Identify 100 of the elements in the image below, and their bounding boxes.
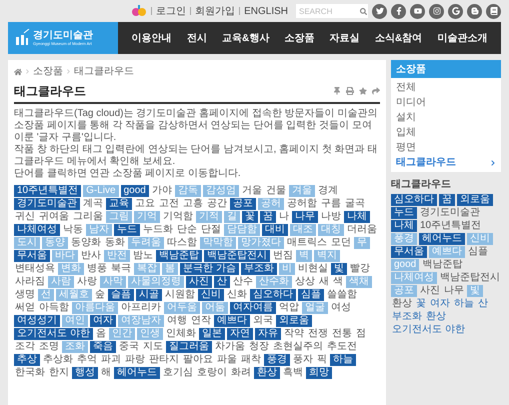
tag-link[interactable]: 매트릭스 [286, 237, 328, 249]
tag-link[interactable]: 지도 [142, 341, 164, 353]
tag-link[interactable]: 조각 [14, 341, 36, 353]
tag-link[interactable]: 10주년특별전 [14, 185, 82, 197]
tag-link[interactable]: 아득함 [38, 302, 70, 314]
tag-link[interactable]: 누드 [391, 207, 417, 219]
tag-link[interactable]: 전쟁 [306, 328, 329, 340]
tag-link[interactable]: 공간 [206, 198, 228, 210]
tag-link[interactable]: 여행 [166, 315, 188, 327]
tag-link[interactable]: 모던 [330, 237, 352, 249]
tag-link[interactable]: 픽 [316, 354, 328, 366]
tag-link[interactable]: 하늘 [330, 354, 356, 366]
tag-link[interactable]: 상상 [294, 276, 316, 288]
tag-link[interactable]: 그리움 [72, 211, 104, 223]
breadcrumb-link[interactable]: 태그클라우드 [74, 64, 134, 79]
nav-link[interactable]: 이용안내 [132, 30, 172, 46]
tag-link[interactable]: 희망 [306, 367, 332, 379]
top-link[interactable]: 로그인 [156, 4, 186, 18]
tag-link[interactable]: 나무 [292, 211, 318, 223]
tag-link[interactable]: 옴 [94, 328, 107, 340]
tag-link[interactable]: 오기전서도 야한 [14, 328, 93, 340]
tag-link[interactable]: 여자 [429, 298, 451, 310]
tag-link[interactable]: 초현실주의 [272, 341, 324, 353]
tag-link[interactable]: 중국 [118, 341, 140, 353]
top-link[interactable]: ENGLISH [244, 4, 288, 18]
tag-link[interactable]: 헤어누드 [114, 367, 160, 379]
tag-link[interactable]: 질그러움 [166, 341, 212, 353]
tag-link[interactable]: 패착 [240, 354, 262, 366]
tag-link[interactable]: 백남준탑전시 [204, 250, 270, 262]
tag-link[interactable]: 시골 [136, 289, 162, 301]
tag-link[interactable]: 백남준탑 [156, 250, 202, 262]
tag-link[interactable]: 10주년특별전 [419, 220, 482, 232]
tag-link[interactable]: 써얻 [14, 302, 36, 314]
tag-link[interactable]: 파울 [216, 354, 238, 366]
tag-link[interactable]: 여자여름 [230, 302, 276, 314]
tag-link[interactable]: 경기도미술관 [419, 207, 481, 219]
tag-link[interactable]: 번짐 [272, 250, 294, 262]
book-icon[interactable] [486, 4, 501, 18]
nav-link[interactable]: 전시 [186, 30, 207, 46]
tag-link[interactable]: 사라짐 [14, 276, 46, 288]
facebook-icon[interactable] [391, 4, 406, 18]
tag-link[interactable]: 분극한 가슴 [180, 263, 239, 275]
search-field[interactable]: SEARCH [296, 4, 358, 18]
top-link[interactable]: 회원가입 [195, 4, 236, 18]
tag-link[interactable]: 심플 [298, 289, 324, 301]
tag-link[interactable]: 외국 [252, 315, 274, 327]
tag-link[interactable]: 나무 [443, 285, 465, 297]
tag-link[interactable]: 교육 [106, 198, 132, 210]
tag-link[interactable]: 산 [214, 276, 230, 288]
sidebar-item[interactable]: 전체 [396, 80, 496, 95]
tag-link[interactable]: 추상 [14, 354, 40, 366]
nav-link[interactable]: 미술관소개 [437, 30, 488, 46]
tag-link[interactable]: 점 [354, 328, 367, 340]
tag-link[interactable]: 색 [332, 276, 344, 288]
tag-link[interactable]: 빛 [330, 263, 347, 275]
tag-link[interactable]: 새 [318, 276, 330, 288]
tag-link[interactable]: 호기심 [162, 367, 194, 379]
share-icon[interactable] [372, 87, 380, 95]
tag-link[interactable]: 건물 [264, 185, 287, 197]
sidebar-item[interactable]: 평면 [396, 140, 496, 155]
tag-link[interactable]: 비현실 [296, 263, 329, 275]
breadcrumb-link[interactable]: 소장품 [33, 64, 63, 79]
tag-link[interactable]: 여성 [330, 302, 352, 314]
tag-link[interactable]: 북극 [110, 263, 132, 275]
tag-link[interactable]: 흑백 [282, 367, 304, 379]
tag-link[interactable]: 낙동 [62, 224, 84, 236]
tag-link[interactable]: 반사 [80, 250, 102, 262]
tag-link[interactable]: 나체 [344, 211, 370, 223]
tag-link[interactable]: 아프리카 [120, 302, 162, 314]
tag-link[interactable]: 무서움 [14, 250, 50, 262]
tag-link[interactable]: 신비 [198, 289, 224, 301]
tag-link[interactable]: 생명 [14, 289, 36, 301]
tag-link[interactable]: 누드 [114, 224, 140, 236]
tag-link[interactable]: 누드화 [142, 224, 174, 236]
tag-link[interactable]: 꿈 [260, 211, 276, 223]
tag-link[interactable]: 대비 [262, 224, 288, 236]
tag-link[interactable]: 사랑 [76, 276, 98, 288]
pin-icon[interactable] [333, 87, 341, 95]
blog-icon[interactable] [467, 4, 482, 18]
tag-link[interactable]: 인체화 [164, 328, 197, 340]
tag-link[interactable]: 꽃 [242, 211, 258, 223]
nav-link[interactable]: 소식&참여 [374, 30, 422, 46]
tag-link[interactable]: 자연 [226, 328, 253, 340]
tag-link[interactable]: 쓸쓸함 [326, 289, 358, 301]
sidebar-item[interactable]: 입체 [396, 125, 496, 140]
sidebar-item[interactable]: 태그클라우드 [396, 155, 496, 170]
tag-link[interactable]: 따스함 [166, 237, 198, 249]
tag-link[interactable]: 단순 [176, 224, 198, 236]
tag-link[interactable]: 파괴 [100, 354, 122, 366]
tag-link[interactable]: 자유 [254, 328, 281, 340]
tag-link[interactable]: 기억함 [162, 211, 194, 223]
tag-link[interactable]: 헤어누드 [419, 233, 465, 245]
tag-link[interactable]: 추상화 [42, 354, 74, 366]
sidebar-item[interactable]: 미디어 [396, 95, 496, 110]
tag-link[interactable]: 추도전 [326, 341, 358, 353]
tag-link[interactable]: 공허함 [286, 198, 318, 210]
tag-link[interactable]: 사진 [186, 276, 212, 288]
tag-link[interactable]: 환상 [425, 311, 447, 323]
tag-link[interactable]: 동양화 [70, 237, 102, 249]
tag-link[interactable]: 밤노 [132, 250, 154, 262]
